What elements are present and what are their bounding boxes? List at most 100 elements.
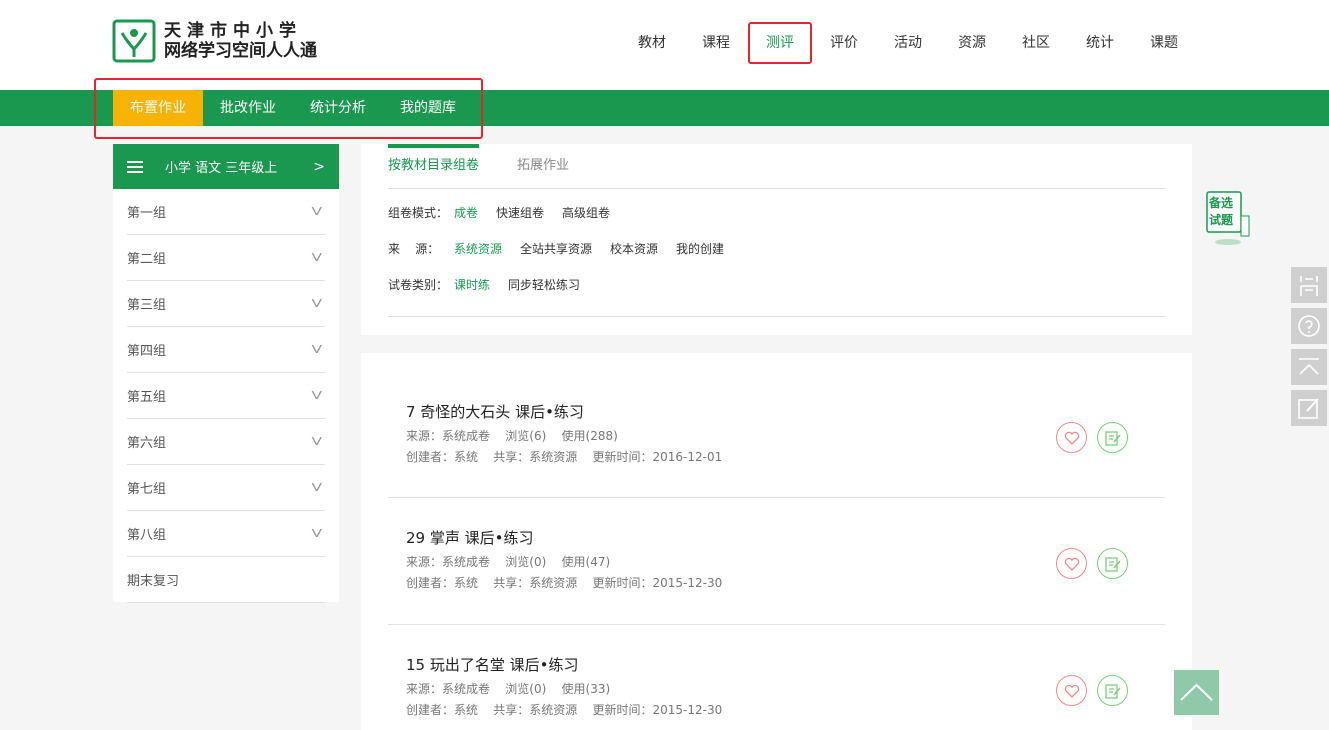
- sidebar-item-group-4[interactable]: 第四组 V: [127, 327, 325, 373]
- edit-icon: [1105, 431, 1121, 446]
- feedback-tool[interactable]: [1291, 390, 1327, 426]
- logo-line2: 网络学习空间人人通: [164, 41, 317, 61]
- heart-icon: [1064, 431, 1080, 445]
- logo-mark-icon: [112, 19, 156, 63]
- filter-option[interactable]: 课时练: [454, 276, 490, 293]
- help-tool[interactable]: [1291, 308, 1327, 344]
- result-list: 7 奇怪的大石头 课后•练习 来源：系统成卷 浏览(6) 使用(288) 创建者…: [361, 353, 1192, 730]
- list-item: 15 玩出了名堂 课后•练习 来源：系统成卷 浏览(0) 使用(33) 创建者：…: [388, 625, 1165, 730]
- sidebar-item-label: 第五组: [127, 390, 167, 405]
- filter-option[interactable]: 系统资源: [454, 240, 502, 257]
- backup-questions-button[interactable]: 备选 试题: [1204, 190, 1250, 248]
- backup-label-1: 备选: [1209, 196, 1234, 210]
- topnav-item-resources[interactable]: 资源: [940, 22, 1004, 64]
- topnav-item-topics[interactable]: 课题: [1132, 22, 1196, 64]
- sidebar-item-group-2[interactable]: 第二组 V: [127, 235, 325, 281]
- divider: [388, 316, 1165, 317]
- chevron-down-icon: V: [311, 297, 323, 310]
- item-meta-source: 来源：系统成卷 浏览(6) 使用(288): [406, 429, 618, 443]
- sidebar-item-final-review[interactable]: 期末复习: [127, 557, 325, 603]
- favorite-button[interactable]: [1056, 422, 1087, 453]
- logo[interactable]: 天津市中小学 网络学习空间人人通: [112, 19, 317, 63]
- chevron-down-icon: V: [311, 251, 323, 264]
- edit-button[interactable]: [1097, 675, 1128, 706]
- sidebar-item-label: 第八组: [127, 528, 167, 543]
- item-meta-creator: 创建者：系统 共享：系统资源 更新时间：2016-12-01: [406, 450, 723, 464]
- chevron-down-icon: V: [311, 435, 323, 448]
- sidebar-item-label: 第七组: [127, 482, 167, 497]
- to-top-icon: [1299, 358, 1319, 375]
- sidebar-item-group-6[interactable]: 第六组 V: [127, 419, 325, 465]
- heart-icon: [1064, 557, 1080, 571]
- filter-row-source: 来 源： 系统资源 全站共享资源 校本资源 我的创建: [388, 240, 742, 257]
- topnav-item-textbook[interactable]: 教材: [620, 22, 684, 64]
- favorite-button[interactable]: [1056, 548, 1087, 579]
- item-meta-source: 来源：系统成卷 浏览(0) 使用(33): [406, 682, 611, 696]
- filter-label: 试卷类别：: [388, 278, 449, 292]
- topnav-item-community[interactable]: 社区: [1004, 22, 1068, 64]
- menu-icon: [127, 158, 143, 176]
- logo-line1: 天津市中小学: [164, 21, 302, 41]
- sidebar-item-group-3[interactable]: 第三组 V: [127, 281, 325, 327]
- item-meta-creator: 创建者：系统 共享：系统资源 更新时间：2015-12-30: [406, 703, 723, 717]
- favorite-button[interactable]: [1056, 675, 1087, 706]
- sidebar-item-group-1[interactable]: 第一组 V: [127, 189, 325, 235]
- pencil-icon: [1298, 398, 1319, 419]
- edit-button[interactable]: [1097, 548, 1128, 579]
- subnav-grade-homework[interactable]: 批改作业: [203, 90, 293, 126]
- subnav-statistics[interactable]: 统计分析: [293, 90, 383, 126]
- filter-option[interactable]: 高级组卷: [562, 204, 610, 221]
- question-icon: [1298, 315, 1320, 337]
- sidebar-header-label: 小学 语文 三年级上: [165, 161, 278, 176]
- tab-extended-homework[interactable]: 拓展作业: [517, 144, 569, 189]
- sidebar-item-group-5[interactable]: 第五组 V: [127, 373, 325, 419]
- sidebar-header[interactable]: 小学 语文 三年级上 >: [113, 144, 339, 189]
- subnav-assign-homework[interactable]: 布置作业: [113, 90, 203, 126]
- sub-nav: 布置作业 批改作业 统计分析 我的题库: [113, 90, 473, 126]
- item-title[interactable]: 15 玩出了名堂 课后•练习: [406, 654, 578, 675]
- topnav-item-statistics[interactable]: 统计: [1068, 22, 1132, 64]
- sidebar-item-group-7[interactable]: 第七组 V: [127, 465, 325, 511]
- chevron-up-icon: [1180, 683, 1213, 701]
- edit-icon: [1105, 684, 1121, 699]
- topnav-item-course[interactable]: 课程: [684, 22, 748, 64]
- tab-by-textbook[interactable]: 按教材目录组卷: [388, 144, 480, 189]
- filter-option[interactable]: 全站共享资源: [520, 240, 592, 257]
- chevron-down-icon: V: [311, 481, 323, 494]
- backup-label-2: 试题: [1209, 213, 1234, 227]
- filter-option[interactable]: 我的创建: [676, 240, 724, 257]
- filter-row-mode: 组卷模式： 成卷 快速组卷 高级组卷: [388, 204, 628, 221]
- sidebar-item-label: 第二组: [127, 252, 167, 267]
- sidebar-item-label: 第六组: [127, 436, 167, 451]
- filter-label: 来 源：: [388, 242, 440, 256]
- sidebar-item-label: 第一组: [127, 206, 167, 221]
- list-item: 7 奇怪的大石头 课后•练习 来源：系统成卷 浏览(6) 使用(288) 创建者…: [388, 371, 1165, 498]
- contact-tool[interactable]: [1291, 267, 1327, 303]
- item-title[interactable]: 7 奇怪的大石头 课后•练习: [406, 401, 584, 422]
- right-toolbar: [1291, 267, 1327, 431]
- filter-option[interactable]: 同步轻松练习: [508, 276, 580, 293]
- topnav-item-activity[interactable]: 活动: [876, 22, 940, 64]
- subnav-my-question-bank[interactable]: 我的题库: [383, 90, 473, 126]
- list-item: 29 掌声 课后•练习 来源：系统成卷 浏览(0) 使用(47) 创建者：系统 …: [388, 498, 1165, 625]
- scroll-top-tool[interactable]: [1291, 349, 1327, 385]
- item-meta-source: 来源：系统成卷 浏览(0) 使用(47): [406, 555, 611, 569]
- edit-button[interactable]: [1097, 422, 1128, 453]
- tab-bar: 按教材目录组卷 拓展作业: [388, 144, 1165, 189]
- chevron-right-icon: >: [313, 158, 325, 175]
- heart-icon: [1064, 684, 1080, 698]
- filter-option[interactable]: 校本资源: [610, 240, 658, 257]
- topnav-item-assessment[interactable]: 测评: [748, 22, 812, 64]
- filter-option[interactable]: 成卷: [454, 204, 478, 221]
- back-to-top-button[interactable]: [1174, 670, 1219, 715]
- chevron-down-icon: V: [311, 343, 323, 356]
- item-title[interactable]: 29 掌声 课后•练习: [406, 527, 533, 548]
- sidebar: 小学 语文 三年级上 > 第一组 V 第二组 V 第三组 V 第四组 V 第五组 V 第六…: [113, 144, 339, 603]
- sidebar-item-group-8[interactable]: 第八组 V: [127, 511, 325, 557]
- filter-label: 组卷模式：: [388, 206, 449, 220]
- filter-option[interactable]: 快速组卷: [496, 204, 544, 221]
- topnav-item-evaluation[interactable]: 评价: [812, 22, 876, 64]
- filter-panel: 按教材目录组卷 拓展作业 组卷模式： 成卷 快速组卷 高级组卷 来 源： 系统资…: [361, 144, 1192, 335]
- chevron-down-icon: V: [311, 205, 323, 218]
- sidebar-item-label: 第三组: [127, 298, 167, 313]
